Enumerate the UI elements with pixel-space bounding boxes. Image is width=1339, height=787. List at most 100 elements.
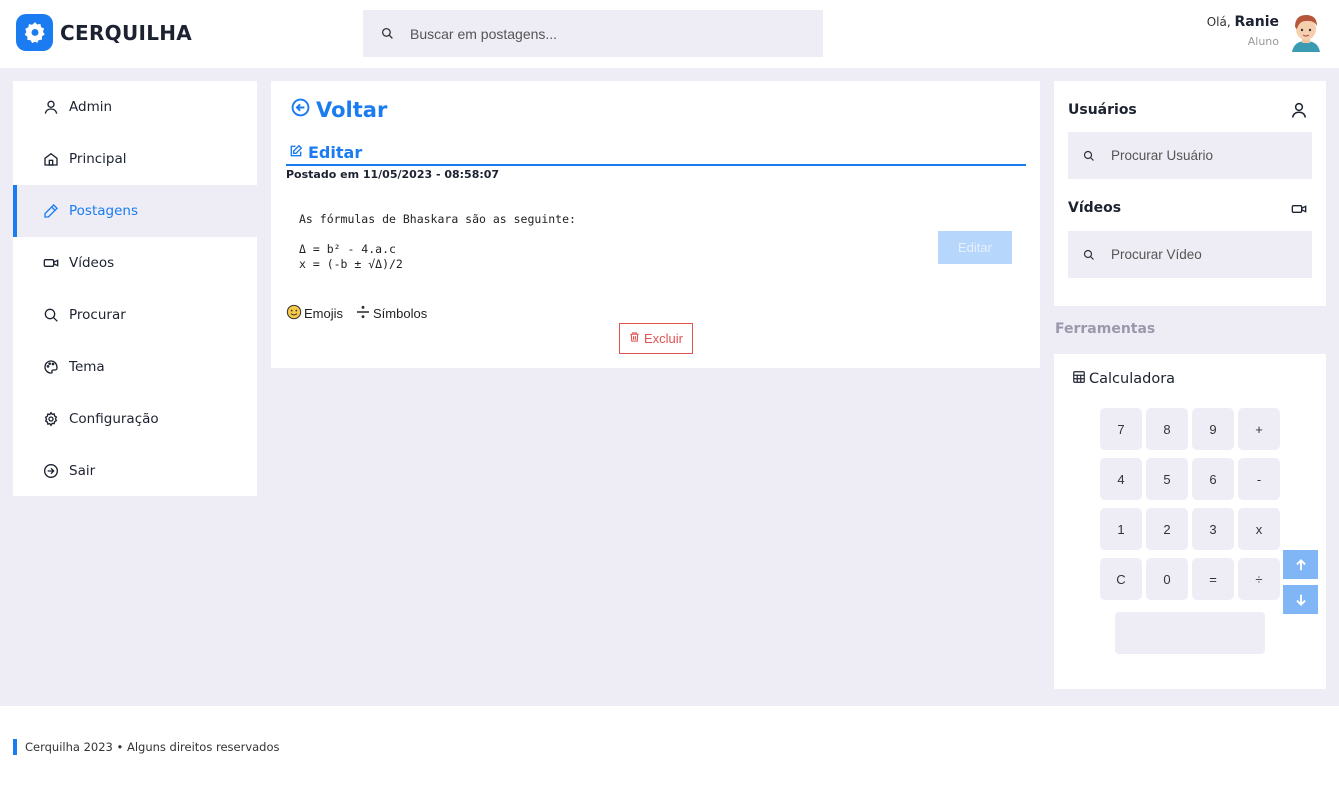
sidebar-item-videos[interactable]: Vídeos <box>13 237 257 289</box>
sidebar: Admin Principal Postagens Vídeos Procura… <box>13 81 257 496</box>
sidebar-item-label: Postagens <box>69 203 138 219</box>
edit-tab-label: Editar <box>308 143 363 162</box>
calc-key-2[interactable]: 2 <box>1146 508 1188 550</box>
editor-tools: Emojis Símbolos <box>286 304 439 323</box>
calc-key-1[interactable]: 1 <box>1100 508 1142 550</box>
trash-icon <box>629 331 640 346</box>
sidebar-item-procurar[interactable]: Procurar <box>13 289 257 341</box>
calc-key-8[interactable]: 8 <box>1146 408 1188 450</box>
sidebar-item-label: Vídeos <box>69 255 115 271</box>
delete-button[interactable]: Excluir <box>619 323 693 354</box>
pencil-icon <box>42 202 60 220</box>
divide-icon <box>355 304 371 323</box>
video-icon <box>42 254 60 272</box>
calc-key-5[interactable]: 5 <box>1146 458 1188 500</box>
symbols-label: Símbolos <box>373 306 428 321</box>
user-search-placeholder: Procurar Usuário <box>1111 148 1214 163</box>
back-label: Voltar <box>316 98 388 122</box>
avatar[interactable] <box>1288 12 1324 52</box>
edit-button[interactable]: Editar <box>938 231 1012 264</box>
gear-icon <box>42 410 60 428</box>
logout-icon <box>42 462 60 480</box>
scroll-up-button[interactable] <box>1283 550 1318 579</box>
search-placeholder: Buscar em postagens... <box>410 25 558 42</box>
user-greeting: Olá, Ranie <box>1206 14 1280 30</box>
sidebar-item-principal[interactable]: Principal <box>13 133 257 185</box>
tools-heading: Ferramentas <box>1055 321 1156 337</box>
calc-key-divide[interactable]: ÷ <box>1238 558 1280 600</box>
sidebar-item-label: Configuração <box>69 411 159 427</box>
user-search-input[interactable]: Procurar Usuário <box>1068 132 1312 179</box>
calc-key-7[interactable]: 7 <box>1100 408 1142 450</box>
calc-key-minus[interactable]: - <box>1238 458 1280 500</box>
tab-editar[interactable]: Editar <box>286 142 1026 166</box>
sidebar-item-label: Principal <box>69 151 127 167</box>
user-icon <box>42 98 60 116</box>
sidebar-item-tema[interactable]: Tema <box>13 341 257 393</box>
user-icon <box>1290 101 1308 124</box>
calculator-display <box>1115 612 1265 654</box>
sidebar-item-sair[interactable]: Sair <box>13 445 257 497</box>
user-name: Ranie <box>1234 14 1280 30</box>
app-name: CERQUILHA <box>60 20 193 45</box>
search-icon <box>42 306 60 324</box>
footer-accent-bar <box>13 739 17 755</box>
calculator-label: Calculadora <box>1089 371 1176 387</box>
post-content-editor[interactable]: As fórmulas de Bhaskara são as seguinte:… <box>299 212 576 272</box>
search-panel: Usuários Procurar Usuário Vídeos Procura… <box>1054 81 1326 306</box>
sidebar-item-label: Procurar <box>69 307 126 323</box>
user-role: Aluno <box>1247 35 1279 48</box>
edit-icon <box>289 143 303 162</box>
symbols-button[interactable]: Símbolos <box>355 304 427 323</box>
home-icon <box>42 150 60 168</box>
back-arrow-icon <box>291 98 310 122</box>
calc-key-plus[interactable]: + <box>1238 408 1280 450</box>
calculator-icon <box>1072 370 1086 388</box>
calculator-panel: Calculadora 7 8 9 + 4 5 6 - 1 2 3 x C 0 … <box>1054 354 1326 689</box>
search-icon <box>1083 150 1094 161</box>
calc-key-3[interactable]: 3 <box>1192 508 1234 550</box>
post-timestamp: Postado em 11/05/2023 - 08:58:07 <box>286 168 500 181</box>
content-line: ​ <box>299 227 576 242</box>
arrow-up-icon <box>1295 558 1306 570</box>
videos-title: Vídeos <box>1068 200 1122 216</box>
sidebar-item-postagens[interactable]: Postagens <box>13 185 257 237</box>
calc-key-9[interactable]: 9 <box>1192 408 1234 450</box>
content-line: x = (-b ± √Δ)/2 <box>299 257 403 271</box>
search-icon <box>381 27 393 39</box>
video-icon <box>1290 201 1308 222</box>
sidebar-item-label: Sair <box>69 463 96 479</box>
sidebar-item-label: Tema <box>69 359 105 375</box>
palette-icon <box>42 358 60 376</box>
post-search-input[interactable]: Buscar em postagens... <box>363 10 823 57</box>
calc-key-0[interactable]: 0 <box>1146 558 1188 600</box>
smiley-icon <box>286 304 302 323</box>
arrow-down-icon <box>1295 594 1306 606</box>
video-search-input[interactable]: Procurar Vídeo <box>1068 231 1312 278</box>
app-logo[interactable]: CERQUILHA <box>16 14 192 51</box>
footer: Cerquilha 2023 • Alguns direitos reserva… <box>0 706 1339 787</box>
top-header: CERQUILHA Buscar em postagens... Olá, Ra… <box>0 0 1339 68</box>
calc-key-6[interactable]: 6 <box>1192 458 1234 500</box>
sidebar-item-label: Admin <box>69 99 113 115</box>
back-link[interactable]: Voltar <box>291 98 387 122</box>
calculator-title: Calculadora <box>1072 370 1175 388</box>
footer-text: Cerquilha 2023 • Alguns direitos reserva… <box>25 740 280 754</box>
calc-key-4[interactable]: 4 <box>1100 458 1142 500</box>
post-panel: Voltar Editar Postado em 11/05/2023 - 08… <box>271 81 1040 368</box>
calc-key-equals[interactable]: = <box>1192 558 1234 600</box>
delete-label: Excluir <box>643 331 683 346</box>
users-title: Usuários <box>1068 102 1137 118</box>
sidebar-item-configuracao[interactable]: Configuração <box>13 393 257 445</box>
emojis-label: Emojis <box>304 306 344 321</box>
calc-key-clear[interactable]: C <box>1100 558 1142 600</box>
edit-tab-label-wrap: Editar <box>289 143 362 162</box>
calc-key-multiply[interactable]: x <box>1238 508 1280 550</box>
calculator-keypad: 7 8 9 + 4 5 6 - 1 2 3 x C 0 = ÷ <box>1100 408 1280 600</box>
content-line: As fórmulas de Bhaskara são as seguinte: <box>299 212 576 226</box>
sidebar-item-admin[interactable]: Admin <box>13 81 257 133</box>
scroll-down-button[interactable] <box>1283 585 1318 614</box>
emojis-button[interactable]: Emojis <box>286 304 343 323</box>
video-search-placeholder: Procurar Vídeo <box>1111 247 1202 262</box>
search-icon <box>1083 249 1094 260</box>
